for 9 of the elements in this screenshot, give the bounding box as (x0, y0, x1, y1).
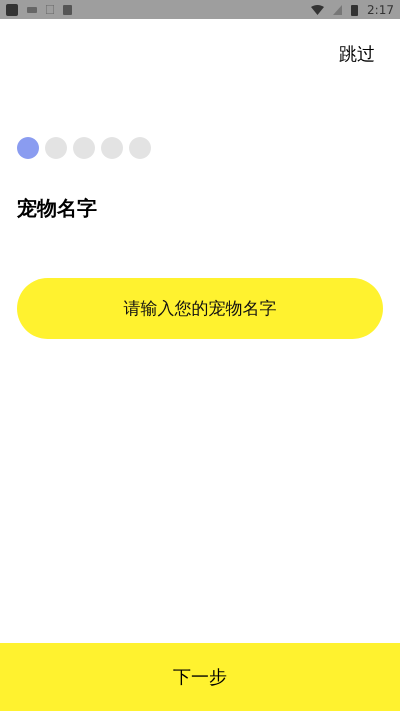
next-button[interactable]: 下一步 (0, 643, 400, 711)
battery-icon (351, 4, 358, 16)
notification-icon (6, 4, 18, 16)
page-title: 宠物名字 (16, 195, 98, 222)
wifi-icon (311, 4, 324, 14)
signal-icon (333, 4, 342, 14)
pet-name-field[interactable]: 请输入您的宠物名字 (17, 278, 383, 339)
status-time: 2:17 (367, 2, 394, 18)
skip-button[interactable]: 跳过 (339, 41, 375, 68)
